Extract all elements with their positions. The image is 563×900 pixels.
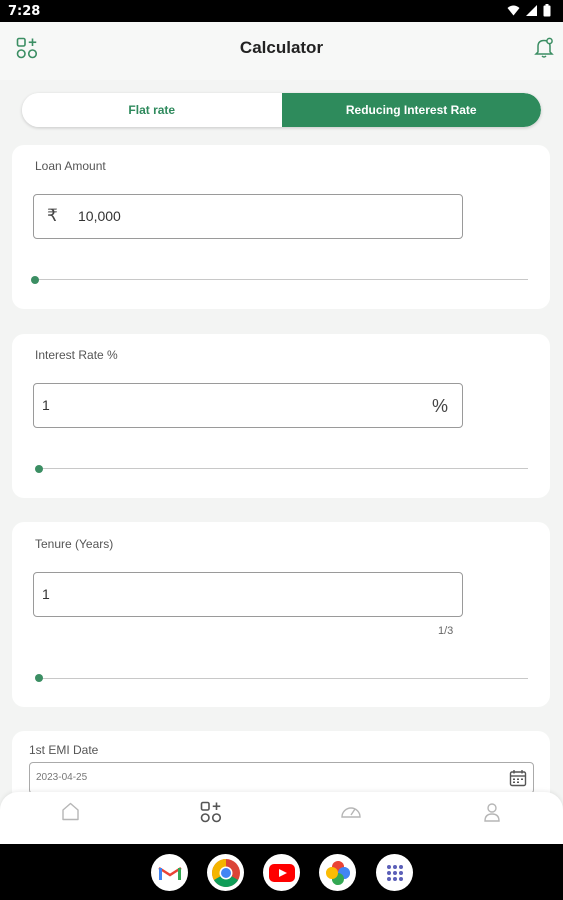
youtube-icon[interactable]: [263, 854, 300, 891]
tenure-label: Tenure (Years): [35, 537, 114, 551]
loan-amount-label: Loan Amount: [35, 159, 106, 173]
status-icons: [507, 4, 551, 17]
app-bar: Calculator: [0, 22, 563, 80]
page-title: Calculator: [239, 38, 324, 57]
notification-bell-icon[interactable]: [534, 37, 554, 64]
interest-rate-label: Interest Rate %: [35, 348, 118, 362]
loan-amount-slider-thumb[interactable]: [31, 276, 39, 284]
status-time: 7:28: [8, 4, 41, 19]
tenure-character-counter: 1/3: [438, 625, 454, 637]
wifi-icon: [507, 5, 520, 16]
speedometer-icon[interactable]: [340, 802, 362, 825]
emi-date-label: 1st EMI Date: [29, 743, 99, 757]
percent-icon: %: [431, 396, 448, 416]
apps-drawer-icon[interactable]: [376, 854, 413, 891]
bottom-navigation: [0, 792, 563, 844]
loan-amount-value: 10,000: [78, 208, 121, 224]
calculator-nav-icon[interactable]: [200, 801, 222, 828]
chrome-icon[interactable]: [207, 854, 244, 891]
loan-amount-card: Loan Amount ₹ 10,000: [12, 145, 550, 309]
interest-rate-card: Interest Rate % 1 %: [12, 334, 550, 498]
tenure-slider[interactable]: [39, 678, 528, 679]
interest-rate-slider-thumb[interactable]: [35, 465, 43, 473]
interest-rate-slider[interactable]: [39, 468, 528, 469]
battery-icon: [543, 4, 551, 17]
profile-icon[interactable]: [482, 801, 502, 828]
tab-flat-rate[interactable]: Flat rate: [22, 93, 282, 127]
emi-date-field[interactable]: 2023-04-25: [29, 762, 534, 794]
tenure-slider-thumb[interactable]: [35, 674, 43, 682]
calendar-icon[interactable]: [509, 769, 527, 792]
emi-date-value: 2023-04-25: [36, 772, 88, 783]
home-icon[interactable]: [60, 801, 81, 827]
loan-amount-field[interactable]: ₹ 10,000: [33, 194, 463, 239]
loan-amount-slider[interactable]: [35, 279, 528, 280]
signal-icon: [526, 5, 537, 16]
tenure-card: Tenure (Years) 1 1/3: [12, 522, 550, 707]
tenure-value: 1: [42, 586, 50, 602]
gmail-icon[interactable]: [151, 854, 188, 891]
interest-rate-value: 1: [42, 397, 50, 413]
status-bar: 7:28: [0, 0, 563, 22]
tenure-field[interactable]: 1: [33, 572, 463, 617]
system-dock: [0, 844, 563, 900]
tab-reducing-interest-rate[interactable]: Reducing Interest Rate: [281, 93, 541, 127]
rate-type-toggle: Flat rate Reducing Interest Rate: [22, 93, 541, 127]
photos-icon[interactable]: [319, 854, 356, 891]
rupee-icon: ₹: [47, 206, 58, 225]
interest-rate-field[interactable]: 1 %: [33, 383, 463, 428]
